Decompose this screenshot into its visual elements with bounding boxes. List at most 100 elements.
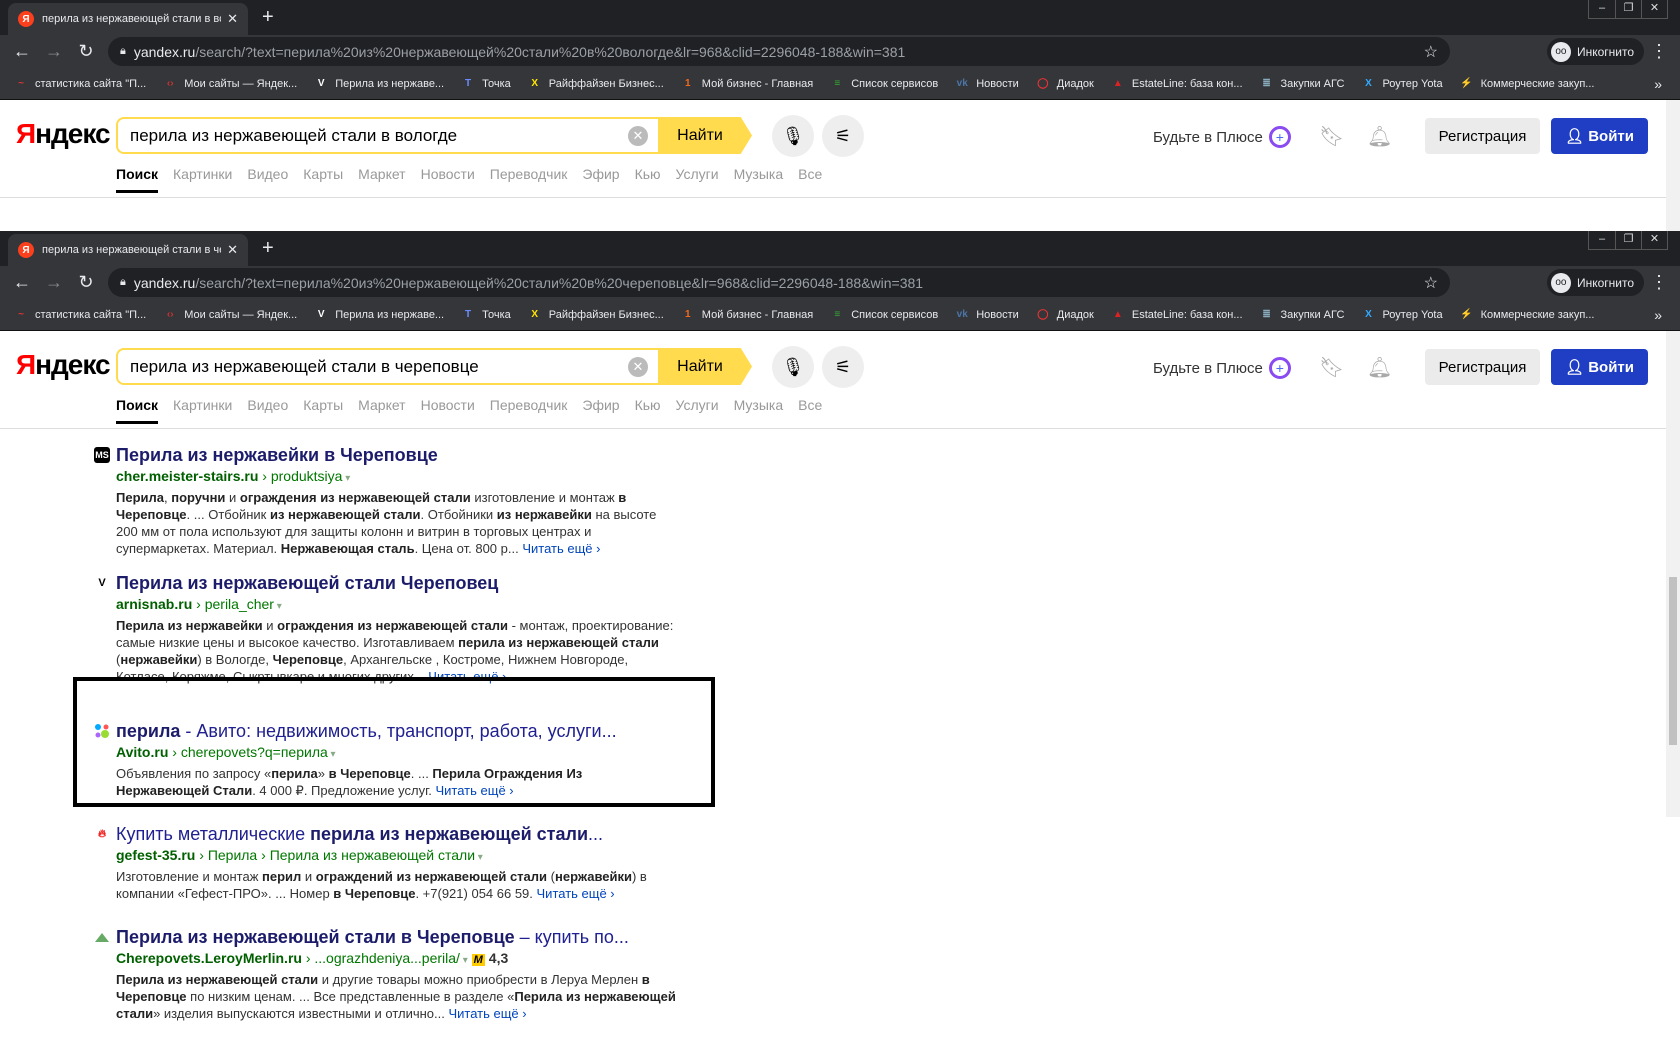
incognito-badge[interactable]: oo Инкогнито: [1546, 38, 1644, 65]
reload-icon[interactable]: ↻: [70, 41, 102, 62]
collections-icon[interactable]: 🔖︎: [1319, 124, 1344, 149]
service-tab-1[interactable]: Картинки: [173, 166, 232, 182]
bookmark-item[interactable]: T Точка: [461, 308, 511, 322]
search-input[interactable]: перила из нержавеющей стали в вологде ✕: [116, 117, 658, 154]
bookmark-item[interactable]: ≣ Закупки АГС: [1260, 77, 1344, 91]
yandex-logo[interactable]: Яндекс: [16, 118, 111, 150]
register-button[interactable]: Регистрация: [1425, 349, 1540, 385]
bookmark-item[interactable]: ‹› Мои сайты — Яндек...: [163, 77, 297, 91]
bookmark-item[interactable]: X Роутер Yota: [1361, 308, 1443, 322]
bookmark-item[interactable]: X Райффайзен Бизнес...: [528, 308, 663, 322]
service-tab-6[interactable]: Переводчик: [490, 166, 568, 182]
bookmark-star-icon[interactable]: ☆: [1424, 273, 1438, 293]
service-tab-2[interactable]: Видео: [247, 166, 288, 182]
service-tab-9[interactable]: Услуги: [676, 397, 719, 413]
restore-button[interactable]: ❐: [1615, 231, 1641, 249]
back-icon[interactable]: ←: [6, 41, 38, 62]
bookmark-item[interactable]: T Точка: [461, 77, 511, 91]
scrollbar-thumb[interactable]: [1669, 577, 1677, 745]
bookmark-item[interactable]: ⚡ Коммерческие закуп...: [1460, 308, 1594, 322]
read-more-link[interactable]: Читать ещё ›: [537, 886, 615, 901]
service-tab-2[interactable]: Видео: [247, 397, 288, 413]
notifications-bell-icon[interactable]: 🔔︎: [1367, 355, 1392, 380]
service-tab-1[interactable]: Картинки: [173, 397, 232, 413]
service-tab-4[interactable]: Маркет: [358, 397, 405, 413]
bookmark-item[interactable]: 1 Мой бизнес - Главная: [681, 77, 813, 91]
close-tab-icon[interactable]: ✕: [227, 11, 238, 27]
search-input[interactable]: перила из нержавеющей стали в череповце …: [116, 348, 658, 385]
bookmark-star-icon[interactable]: ☆: [1424, 42, 1438, 62]
bookmark-item[interactable]: ◯ Диадок: [1036, 308, 1094, 322]
bookmark-item[interactable]: vk Новости: [955, 77, 1019, 91]
result-menu-icon[interactable]: ▾: [475, 852, 483, 863]
more-bookmarks-icon[interactable]: »: [1654, 76, 1662, 92]
service-tab-4[interactable]: Маркет: [358, 166, 405, 182]
more-bookmarks-icon[interactable]: »: [1654, 307, 1662, 323]
login-button[interactable]: 👤︎ Войти: [1551, 118, 1648, 154]
incognito-badge[interactable]: oo Инкогнито: [1546, 269, 1644, 296]
bookmark-item[interactable]: ▲ EstateLine: база кон...: [1111, 308, 1243, 322]
service-tab-7[interactable]: Эфир: [582, 166, 619, 182]
back-icon[interactable]: ←: [6, 272, 38, 293]
bookmark-item[interactable]: ~ статистика сайта "П...: [14, 77, 146, 91]
address-bar[interactable]: 🔒︎ yandex.ru /search/?text=перила%20из%2…: [108, 37, 1450, 66]
service-tab-8[interactable]: Кью: [635, 166, 661, 182]
service-tab-0[interactable]: Поиск: [116, 397, 159, 424]
close-window-button[interactable]: ✕: [1641, 0, 1667, 18]
result-domain-link[interactable]: Cherepovets.LeroyMerlin.ru: [116, 950, 302, 966]
service-tab-8[interactable]: Кью: [635, 397, 661, 413]
result-domain-link[interactable]: cher.meister-stairs.ru: [116, 468, 258, 484]
service-tab-0[interactable]: Поиск: [116, 166, 159, 193]
service-tab-10[interactable]: Музыка: [734, 166, 784, 182]
register-button[interactable]: Регистрация: [1425, 118, 1540, 154]
bookmark-item[interactable]: 1 Мой бизнес - Главная: [681, 308, 813, 322]
address-bar[interactable]: 🔒︎ yandex.ru /search/?text=перила%20из%2…: [108, 268, 1450, 297]
plus-promo[interactable]: Будьте в Плюсе +: [1153, 126, 1291, 148]
result-title-link[interactable]: Перила из нержавейки в Череповце: [116, 444, 676, 466]
bookmark-item[interactable]: vk Новости: [955, 308, 1019, 322]
bookmark-item[interactable]: ≣ Закупки АГС: [1260, 308, 1344, 322]
more-menu-icon[interactable]: ⋮: [1650, 272, 1668, 293]
result-title-link[interactable]: Купить металлические перила из нержавеющ…: [116, 823, 676, 845]
bookmark-item[interactable]: ▲ EstateLine: база кон...: [1111, 77, 1243, 91]
result-menu-icon[interactable]: ▾: [274, 601, 282, 612]
reload-icon[interactable]: ↻: [70, 272, 102, 293]
minimize-button[interactable]: –: [1589, 0, 1615, 18]
search-button[interactable]: Найти: [658, 117, 752, 154]
plus-promo[interactable]: Будьте в Плюсе +: [1153, 357, 1291, 379]
restore-button[interactable]: ❐: [1615, 0, 1641, 18]
service-tab-5[interactable]: Новости: [421, 397, 475, 413]
result-menu-icon[interactable]: ▾: [460, 955, 468, 966]
bookmark-item[interactable]: ⚡ Коммерческие закуп...: [1460, 77, 1594, 91]
result-menu-icon[interactable]: ▾: [342, 473, 350, 484]
result-path-link[interactable]: produktsiya: [271, 468, 343, 484]
bookmark-item[interactable]: X Роутер Yota: [1361, 77, 1443, 91]
scrollbar[interactable]: [1666, 331, 1680, 817]
bookmark-item[interactable]: ~ статистика сайта "П...: [14, 308, 146, 322]
result-title-link[interactable]: Перила из нержавеющей стали Череповец: [116, 572, 676, 594]
read-more-link[interactable]: Читать ещё ›: [448, 1006, 526, 1021]
login-button[interactable]: 👤︎ Войти: [1551, 349, 1648, 385]
forward-icon[interactable]: →: [38, 41, 70, 62]
bookmark-item[interactable]: V Перила из нержаве...: [314, 308, 444, 322]
browser-tab[interactable]: Я перила из нержавеющей стали в вологде …: [8, 3, 248, 35]
service-tab-9[interactable]: Услуги: [676, 166, 719, 182]
close-tab-icon[interactable]: ✕: [227, 242, 238, 258]
minimize-button[interactable]: –: [1589, 231, 1615, 249]
bookmark-item[interactable]: X Райффайзен Бизнес...: [528, 77, 663, 91]
bookmark-item[interactable]: ≡ Список сервисов: [830, 77, 938, 91]
service-tab-3[interactable]: Карты: [303, 397, 343, 413]
bookmark-item[interactable]: ◯ Диадок: [1036, 77, 1094, 91]
yandex-logo[interactable]: Яндекс: [16, 349, 111, 381]
new-tab-button[interactable]: +: [262, 237, 274, 260]
service-tab-5[interactable]: Новости: [421, 166, 475, 182]
result-path-link[interactable]: perila_cher: [205, 596, 274, 612]
scrollbar[interactable]: [1666, 100, 1680, 231]
more-menu-icon[interactable]: ⋮: [1650, 41, 1668, 62]
new-tab-button[interactable]: +: [262, 6, 274, 29]
clear-icon[interactable]: ✕: [628, 356, 648, 377]
service-tab-6[interactable]: Переводчик: [490, 397, 568, 413]
service-tab-3[interactable]: Карты: [303, 166, 343, 182]
result-path-link[interactable]: Перила: [208, 847, 257, 863]
result-domain-link[interactable]: arnisnab.ru: [116, 596, 192, 612]
